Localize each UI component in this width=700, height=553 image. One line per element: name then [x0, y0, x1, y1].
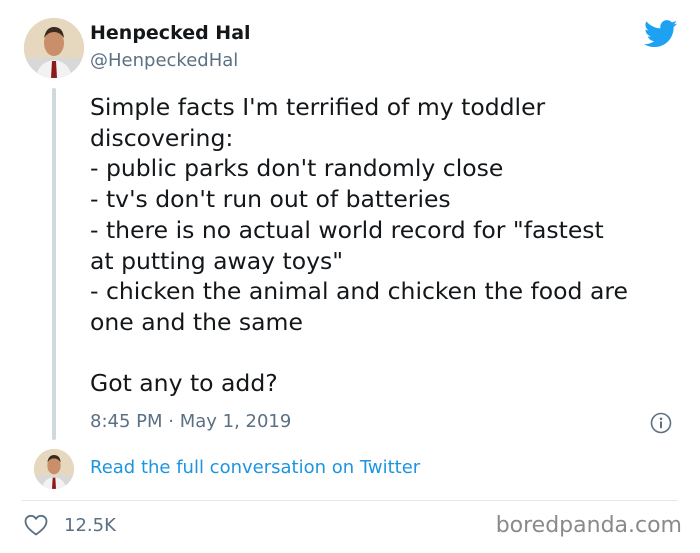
thread-connector-line [52, 88, 56, 440]
author-handle[interactable]: @HenpeckedHal [90, 50, 238, 71]
tweet-timestamp[interactable]: 8:45 PM · May 1, 2019 [90, 411, 291, 432]
tweet-line: one and the same [90, 307, 303, 336]
author-display-name[interactable]: Henpecked Hal [90, 22, 251, 44]
twitter-bird-icon[interactable] [644, 20, 678, 48]
tweet-line: Simple facts I'm terrified of my toddler [90, 93, 546, 121]
conversation-avatar[interactable] [34, 449, 74, 489]
tweet-line: - tv's don't run out of batteries [90, 185, 451, 214]
watermark: boredpanda.com [495, 513, 682, 538]
tweet-line: Got any to add? [90, 369, 278, 398]
heart-icon [24, 514, 48, 536]
like-count: 12.5K [64, 514, 116, 536]
tweet-line: discovering: [90, 123, 234, 152]
avatar-portrait-icon [24, 18, 84, 78]
divider [22, 500, 678, 501]
author-avatar[interactable] [24, 18, 84, 78]
info-icon[interactable] [650, 412, 672, 434]
tweet-line: at putting away toys" [90, 246, 344, 275]
like-button[interactable]: 12.5K [24, 512, 116, 538]
avatar-portrait-icon [34, 449, 74, 489]
tweet-line: - chicken the animal and chicken the foo… [90, 277, 628, 306]
read-conversation-link[interactable]: Read the full conversation on Twitter [90, 457, 420, 478]
tweet-line: - there is no actual world record for "f… [90, 215, 604, 244]
tweet-body: Simple facts I'm terrified of my toddler… [90, 92, 670, 399]
tweet-line: - public parks don't randomly close [90, 154, 504, 183]
